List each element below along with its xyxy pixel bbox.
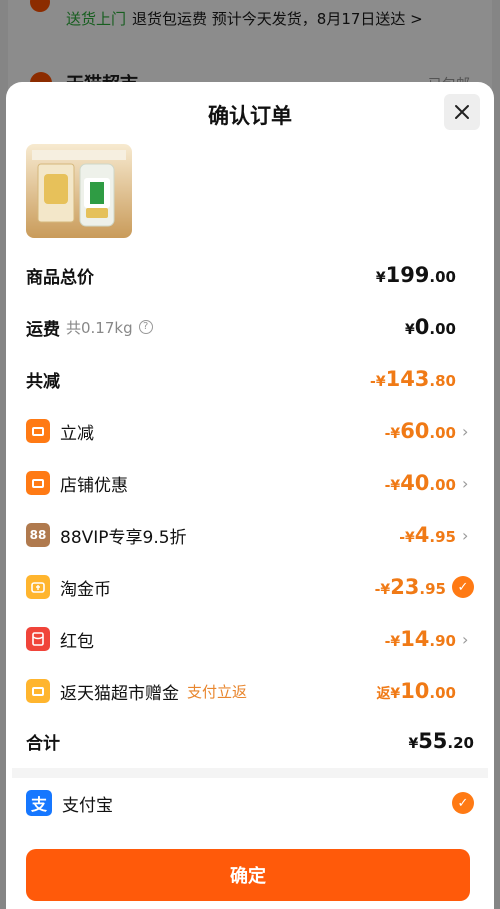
cashback-sub: 支付立返 xyxy=(187,682,248,701)
close-icon xyxy=(455,105,469,119)
cashback-row: 返天猫超市赠金 支付立返 返¥ 10.00 xyxy=(26,676,474,706)
close-button[interactable] xyxy=(444,94,480,130)
confirm-button[interactable]: 确定 xyxy=(26,849,470,901)
total-discount-label: 共减 xyxy=(26,371,60,392)
coupon-icon xyxy=(26,419,50,443)
total-discount-row: 共减 -¥ 143.80 xyxy=(26,364,474,394)
info-icon[interactable]: ? xyxy=(138,320,153,334)
red-packet-icon xyxy=(26,627,50,651)
shipping-row: 运费 共0.17kg ? ¥0.00 xyxy=(26,312,474,342)
check-icon[interactable]: ✓ xyxy=(452,792,474,814)
cashback-amount: 返¥ 10.00 xyxy=(376,679,456,703)
discount-amount: -¥ 40.00 xyxy=(384,471,456,495)
shipping-label: 运费 xyxy=(26,319,60,340)
total-amount: ¥55.20 xyxy=(408,729,474,753)
store-coupon-icon xyxy=(26,471,50,495)
total-label: 合计 xyxy=(26,733,60,754)
discount-label: 店铺优惠 xyxy=(60,475,128,496)
product-image xyxy=(26,144,132,238)
vip88-icon: 88 xyxy=(26,523,50,547)
cashback-label: 返天猫超市赠金 xyxy=(60,683,179,704)
chevron-right-icon: › xyxy=(462,421,469,441)
payment-method-label: 支付宝 xyxy=(62,795,113,816)
discount-row-taojinbi[interactable]: 淘金币 -¥ 23.95 ✓ xyxy=(26,572,474,602)
payment-method-row[interactable]: 支 支付宝 ✓ xyxy=(26,788,474,818)
taojinbi-icon xyxy=(26,575,50,599)
subtotal-label: 商品总价 xyxy=(26,267,94,288)
discount-row-88vip[interactable]: 88 88VIP专享9.5折 -¥ 4.95 › xyxy=(26,520,474,550)
gift-credit-icon xyxy=(26,679,50,703)
chevron-right-icon: › xyxy=(462,473,469,493)
discount-amount: -¥ 14.90 xyxy=(384,627,456,651)
confirm-order-sheet: 确认订单 商品总价 ¥199.00 运费 共0.17kg ? ¥ 0 .00 共… xyxy=(6,82,494,909)
sheet-title: 确认订单 xyxy=(208,104,292,128)
shipping-amount: ¥0.00 xyxy=(405,315,456,339)
shipping-weight: 共0.17kg xyxy=(66,318,133,337)
total-discount-amount: -¥ 143.80 xyxy=(370,367,456,391)
chevron-right-icon: › xyxy=(462,629,469,649)
chevron-right-icon: › xyxy=(462,525,469,545)
discount-amount: -¥ 23.95 xyxy=(374,575,446,599)
discount-row-store[interactable]: 店铺优惠 -¥ 40.00 › xyxy=(26,468,474,498)
section-divider xyxy=(12,768,488,778)
discount-label: 立减 xyxy=(60,423,94,444)
discount-amount: -¥ 4.95 xyxy=(399,523,456,547)
subtotal-amount: ¥199.00 xyxy=(375,263,456,287)
product-thumbnail[interactable] xyxy=(26,144,132,238)
discount-label: 88VIP专享9.5折 xyxy=(60,527,187,548)
check-icon[interactable]: ✓ xyxy=(452,576,474,598)
total-row: 合计 ¥55.20 xyxy=(26,726,474,756)
discount-label: 红包 xyxy=(60,631,94,652)
discount-amount: -¥ 60.00 xyxy=(384,419,456,443)
discount-row-red-packet[interactable]: 红包 -¥ 14.90 › xyxy=(26,624,474,654)
alipay-icon: 支 xyxy=(26,790,52,816)
subtotal-row: 商品总价 ¥199.00 xyxy=(26,260,474,290)
discount-row-instant[interactable]: 立减 -¥ 60.00 › xyxy=(26,416,474,446)
discount-label: 淘金币 xyxy=(60,579,111,600)
